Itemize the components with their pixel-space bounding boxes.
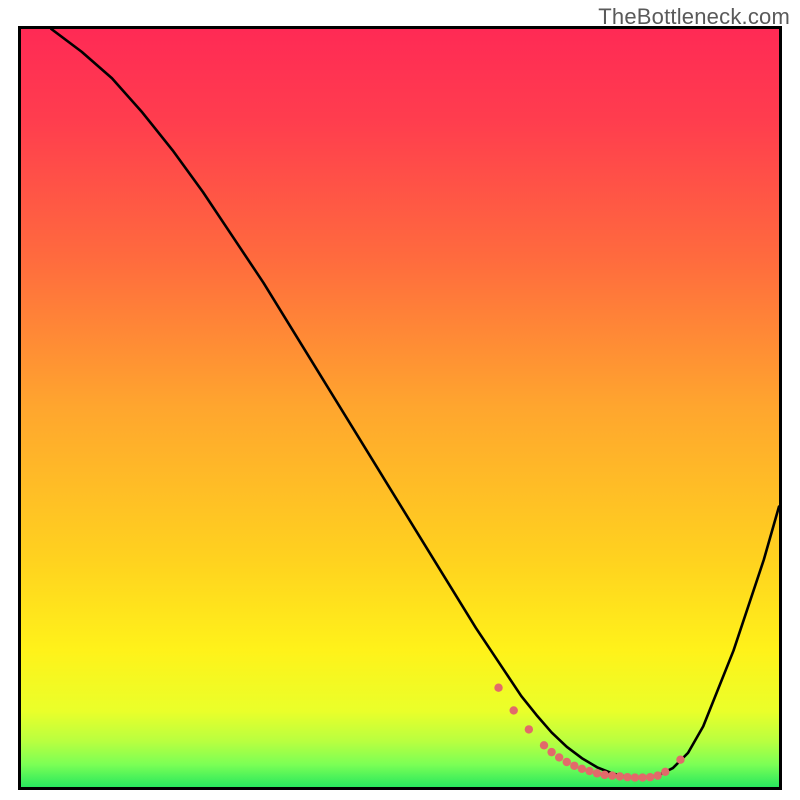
dot [654,771,662,779]
dot [608,771,616,779]
dot [585,767,593,775]
dot [510,706,518,714]
dot [593,769,601,777]
dot [646,773,654,781]
dot [570,762,578,770]
chart-container [18,26,782,790]
dot [623,773,631,781]
dot [494,684,502,692]
dot [540,741,548,749]
dot [631,773,639,781]
dot [547,748,555,756]
dot [600,771,608,779]
dot [525,725,533,733]
dot [578,765,586,773]
chart-background [21,29,779,787]
dot [555,753,563,761]
dot [676,756,684,764]
dot [563,758,571,766]
chart-svg [21,29,779,787]
dot [661,768,669,776]
dot [638,773,646,781]
dot [616,772,624,780]
